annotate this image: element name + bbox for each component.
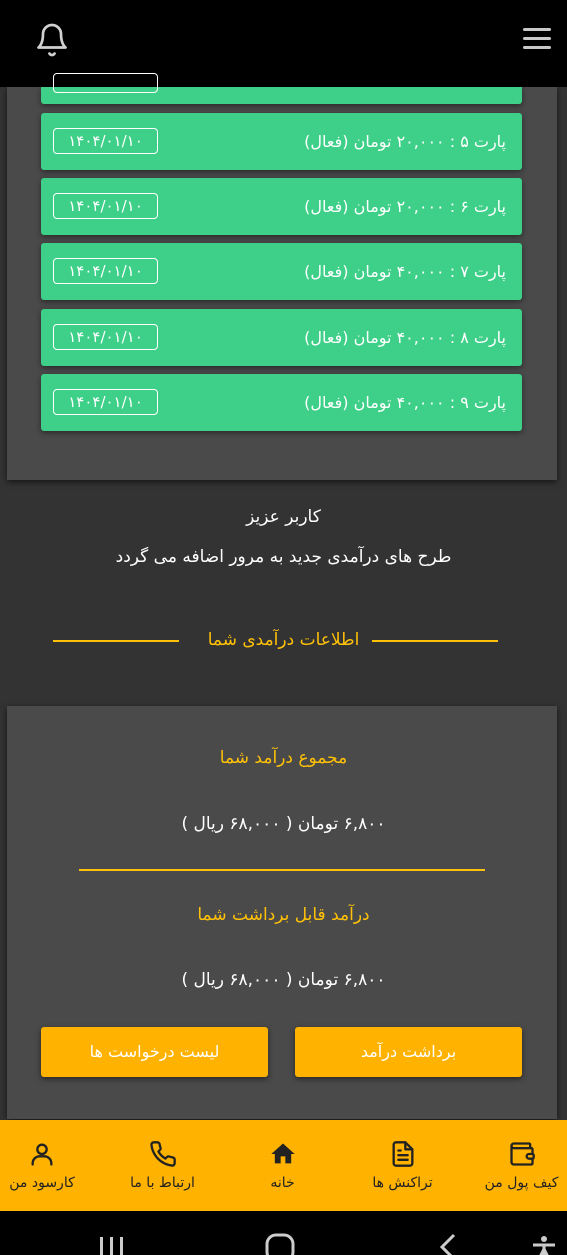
part-date-chip: ۱۴۰۴/۰۱/۱۰ <box>53 193 158 219</box>
wallet-icon <box>509 1142 535 1166</box>
notification-bell-icon[interactable] <box>34 22 70 58</box>
part-row: پارت ۸ : ۴۰,۰۰۰ تومان (فعال) ۱۴۰۴/۰۱/۱۰ <box>41 309 522 366</box>
recent-apps-icon[interactable] <box>98 1229 126 1255</box>
nav-wallet-label: کیف پول من <box>484 1175 559 1191</box>
part-text: پارت ۹ : ۴۰,۰۰۰ تومان (فعال) <box>304 393 506 412</box>
nav-home-label: خانه <box>270 1175 295 1191</box>
part-date-chip: ۱۴۰۴/۰۱/۱۰ <box>53 258 158 284</box>
user-icon <box>31 1143 53 1166</box>
withdrawable-income-label: درآمد قابل برداشت شما <box>197 905 370 925</box>
home-system-icon[interactable] <box>264 1229 296 1255</box>
nav-wallet[interactable]: کیف پول من <box>476 1120 567 1211</box>
part-row: پارت ۶ : ۲۰,۰۰۰ تومان (فعال) ۱۴۰۴/۰۱/۱۰ <box>41 178 522 235</box>
accessibility-icon[interactable] <box>530 1229 558 1255</box>
part-text: پارت ۸ : ۴۰,۰۰۰ تومان (فعال) <box>304 328 506 347</box>
phone-icon <box>149 1141 176 1167</box>
request-list-button[interactable]: لیست درخواست ها <box>41 1027 268 1077</box>
notice-greeting: کاربر عزیز <box>246 507 321 527</box>
hamburger-menu-icon[interactable] <box>523 28 551 50</box>
document-icon <box>392 1141 413 1167</box>
total-income-value: ۶,۸۰۰ تومان ( ۶۸,۰۰۰ ریال ) <box>181 814 386 834</box>
bottom-navigation: کیف پول من تراکنش ها خانه ارتباط با ما ک… <box>0 1120 567 1211</box>
nav-contact-label: ارتباط با ما <box>130 1175 195 1191</box>
part-date-chip: ۱۴۰۴/۰۱/۱۰ <box>53 128 158 154</box>
nav-profit[interactable]: کارسود من <box>0 1120 84 1211</box>
nav-profit-label: کارسود من <box>9 1175 75 1191</box>
part-row: پارت ۹ : ۴۰,۰۰۰ تومان (فعال) ۱۴۰۴/۰۱/۱۰ <box>41 374 522 431</box>
income-section-title: اطلاعات درآمدی شما <box>207 630 360 650</box>
nav-contact[interactable]: ارتباط با ما <box>117 1120 208 1211</box>
nav-transactions[interactable]: تراکنش ها <box>357 1120 448 1211</box>
home-icon <box>270 1143 295 1164</box>
part-row-partial <box>41 73 522 104</box>
part-text: پارت ۷ : ۴۰,۰۰۰ تومان (فعال) <box>304 262 506 281</box>
nav-transactions-label: تراکنش ها <box>372 1175 433 1191</box>
withdrawable-income-value: ۶,۸۰۰ تومان ( ۶۸,۰۰۰ ریال ) <box>181 970 386 990</box>
income-divider <box>79 869 485 871</box>
back-icon[interactable] <box>436 1229 460 1255</box>
notice-message: طرح های درآمدی جدید به مرور اضافه می گرد… <box>115 547 452 567</box>
withdraw-income-button[interactable]: برداشت درآمد <box>295 1027 522 1077</box>
part-date-chip: ۱۴۰۴/۰۱/۱۰ <box>53 389 158 415</box>
part-date-chip: ۱۴۰۴/۰۱/۱۰ <box>53 324 158 350</box>
part-text: پارت ۶ : ۲۰,۰۰۰ تومان (فعال) <box>304 197 506 216</box>
part-row: پارت ۷ : ۴۰,۰۰۰ تومان (فعال) ۱۴۰۴/۰۱/۱۰ <box>41 243 522 300</box>
total-income-label: مجموع درآمد شما <box>219 748 348 768</box>
part-row: پارت ۵ : ۲۰,۰۰۰ تومان (فعال) ۱۴۰۴/۰۱/۱۰ <box>41 113 522 170</box>
part-date-chip <box>53 73 158 93</box>
system-navigation-bar <box>0 1211 567 1255</box>
part-text: پارت ۵ : ۲۰,۰۰۰ تومان (فعال) <box>304 132 506 151</box>
nav-home[interactable]: خانه <box>237 1120 328 1211</box>
